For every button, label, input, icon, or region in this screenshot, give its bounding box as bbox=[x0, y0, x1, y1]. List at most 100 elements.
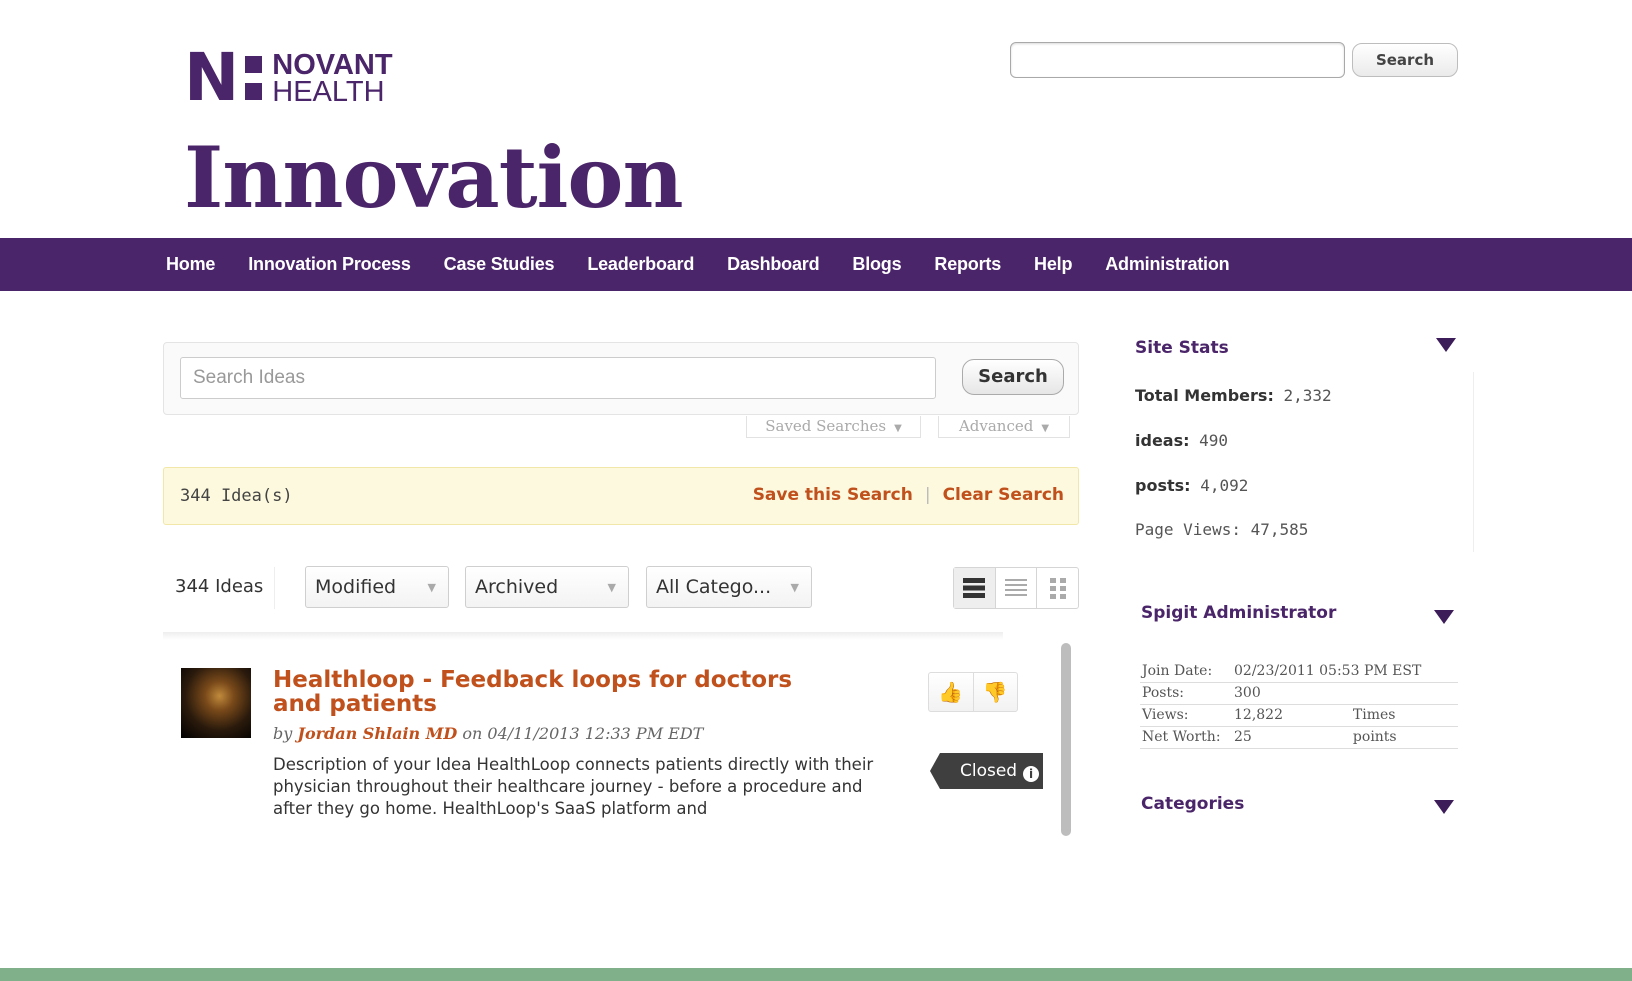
nav-item-administration[interactable]: Administration bbox=[1105, 254, 1229, 275]
site-title: Innovation bbox=[184, 128, 684, 227]
logo-wordmark: NOVANT HEALTH bbox=[272, 48, 393, 108]
site-stats-panel: Total Members: 2,332 ideas: 490 posts: 4… bbox=[1128, 372, 1474, 552]
logo-bars-icon bbox=[245, 56, 263, 100]
site-search-input[interactable] bbox=[1010, 42, 1345, 78]
clear-search-link[interactable]: Clear Search bbox=[943, 485, 1064, 505]
view-large-list-button[interactable] bbox=[954, 568, 996, 608]
chevron-down-icon: ▼ bbox=[790, 581, 799, 594]
admin-heading[interactable]: Spigit Administrator bbox=[1141, 603, 1336, 623]
save-search-link[interactable]: Save this Search bbox=[753, 485, 913, 505]
search-result-bar: 344 Idea(s) Save this Search | Clear Searc… bbox=[163, 467, 1079, 525]
site-stats-collapse-icon[interactable] bbox=[1436, 338, 1456, 352]
ideas-count: 344 Ideas bbox=[163, 567, 275, 609]
nav-item-dashboard[interactable]: Dashboard bbox=[727, 254, 819, 275]
admin-value: 12,822 bbox=[1232, 704, 1351, 727]
nav-item-reports[interactable]: Reports bbox=[934, 254, 1001, 275]
result-count: 344 Idea(s) bbox=[180, 486, 293, 506]
status-select-value: Archived bbox=[475, 576, 559, 598]
stat-label: Total Members: bbox=[1135, 386, 1274, 405]
categories-heading[interactable]: Categories bbox=[1141, 794, 1244, 814]
idea-description: Description of your Idea HealthLoop conn… bbox=[273, 755, 874, 818]
site-search-button[interactable]: Search bbox=[1352, 43, 1458, 77]
chevron-down-icon: ▼ bbox=[607, 581, 616, 594]
novant-health-logo[interactable]: N NOVANT HEALTH bbox=[184, 45, 393, 111]
idea-title-link[interactable]: Healthloop - Feedback loops for doctors … bbox=[273, 668, 833, 716]
chevron-down-icon: ▼ bbox=[894, 423, 902, 434]
admin-collapse-icon[interactable] bbox=[1434, 610, 1454, 624]
nav-item-help[interactable]: Help bbox=[1034, 254, 1072, 275]
vote-buttons: 👍 👎 bbox=[928, 672, 1018, 712]
idea-search-button[interactable]: Search bbox=[962, 359, 1064, 395]
idea-search-panel: Search Ideas Search bbox=[163, 342, 1079, 415]
sort-select-value: Modified bbox=[315, 576, 397, 598]
list-divider bbox=[163, 632, 1003, 640]
page: N NOVANT HEALTH Innovation Search Home I… bbox=[0, 0, 1632, 981]
status-badge[interactable]: Closed i bbox=[930, 753, 1043, 789]
admin-value: 300 bbox=[1232, 682, 1351, 705]
advanced-label: Advanced bbox=[958, 417, 1034, 435]
thumbs-down-button[interactable]: 👎 bbox=[974, 673, 1018, 711]
stat-label: ideas: bbox=[1135, 431, 1190, 450]
stat-value: 2,332 bbox=[1283, 386, 1332, 405]
idea-search-input[interactable]: Search Ideas bbox=[180, 357, 936, 399]
admin-unit: points bbox=[1350, 726, 1458, 749]
advanced-search-dropdown[interactable]: Advanced ▼ bbox=[938, 416, 1070, 438]
status-select[interactable]: Archived ▼ bbox=[465, 566, 629, 608]
idea-list-item: Healthloop - Feedback loops for doctors … bbox=[163, 640, 1068, 836]
idea-date: on 04/11/2013 12:33 PM EDT bbox=[462, 724, 704, 743]
footer-band bbox=[0, 968, 1632, 981]
chevron-down-icon: ▼ bbox=[427, 581, 436, 594]
stat-page-views: Page Views: 47,585 bbox=[1135, 520, 1308, 539]
view-compact-list-icon bbox=[1005, 579, 1027, 596]
nav-item-case-studies[interactable]: Case Studies bbox=[444, 254, 555, 275]
admin-key: Posts: bbox=[1140, 682, 1232, 705]
saved-searches-label: Saved Searches bbox=[765, 417, 887, 435]
stat-value: 490 bbox=[1199, 431, 1229, 450]
status-label: Closed bbox=[960, 761, 1018, 781]
stat-label: posts: bbox=[1135, 476, 1191, 495]
chevron-down-icon: ▼ bbox=[1041, 423, 1050, 434]
idea-author-link[interactable]: Jordan Shlain MD bbox=[297, 724, 457, 743]
link-separator: | bbox=[924, 485, 931, 505]
categories-collapse-icon[interactable] bbox=[1434, 800, 1454, 814]
view-grid-icon bbox=[1049, 578, 1066, 599]
logo-line2: HEALTH bbox=[272, 75, 385, 108]
thumbs-up-button[interactable]: 👍 bbox=[929, 673, 974, 711]
nav-item-blogs[interactable]: Blogs bbox=[852, 254, 901, 275]
table-row: Net Worth: 25 points bbox=[1140, 726, 1458, 749]
admin-value: 02/23/2011 05:53 PM EST bbox=[1232, 660, 1458, 683]
list-scrollbar[interactable] bbox=[1061, 643, 1071, 836]
nav-item-innovation-process[interactable]: Innovation Process bbox=[248, 254, 411, 275]
stat-ideas: ideas: 490 bbox=[1135, 431, 1228, 450]
admin-unit bbox=[1350, 682, 1458, 705]
info-icon: i bbox=[1023, 766, 1040, 782]
thumbs-up-icon: 👍 bbox=[938, 681, 964, 704]
admin-key: Join Date: bbox=[1140, 660, 1232, 683]
stat-label: Page Views: bbox=[1135, 520, 1241, 539]
logo-line1: NOVANT bbox=[272, 48, 393, 81]
stat-value: 4,092 bbox=[1200, 476, 1249, 495]
thumbs-down-icon: 👎 bbox=[982, 681, 1008, 704]
admin-key: Views: bbox=[1140, 704, 1232, 727]
stat-value: 47,585 bbox=[1250, 520, 1309, 539]
stat-total-members: Total Members: 2,332 bbox=[1135, 386, 1332, 405]
admin-value: 25 bbox=[1232, 726, 1351, 749]
nav-item-leaderboard[interactable]: Leaderboard bbox=[587, 254, 694, 275]
table-row: Join Date: 02/23/2011 05:53 PM EST bbox=[1140, 660, 1458, 683]
view-grid-button[interactable] bbox=[1037, 568, 1078, 608]
admin-unit: Times bbox=[1350, 704, 1458, 727]
site-stats-heading[interactable]: Site Stats bbox=[1135, 338, 1229, 358]
nav-item-home[interactable]: Home bbox=[166, 254, 215, 275]
sort-select[interactable]: Modified ▼ bbox=[305, 566, 449, 608]
category-select[interactable]: All Catego... ▼ bbox=[646, 566, 812, 608]
category-select-value: All Catego... bbox=[656, 576, 772, 598]
table-row: Views: 12,822 Times bbox=[1140, 704, 1458, 727]
idea-by: by bbox=[273, 724, 293, 743]
author-avatar[interactable] bbox=[181, 668, 251, 738]
main-nav: Home Innovation Process Case Studies Lea… bbox=[0, 238, 1632, 291]
stat-posts: posts: 4,092 bbox=[1135, 476, 1248, 495]
admin-profile-table: Join Date: 02/23/2011 05:53 PM EST Posts:… bbox=[1140, 660, 1458, 749]
view-compact-list-button[interactable] bbox=[996, 568, 1038, 608]
admin-key: Net Worth: bbox=[1140, 726, 1232, 749]
saved-searches-dropdown[interactable]: Saved Searches ▼ bbox=[746, 416, 921, 438]
